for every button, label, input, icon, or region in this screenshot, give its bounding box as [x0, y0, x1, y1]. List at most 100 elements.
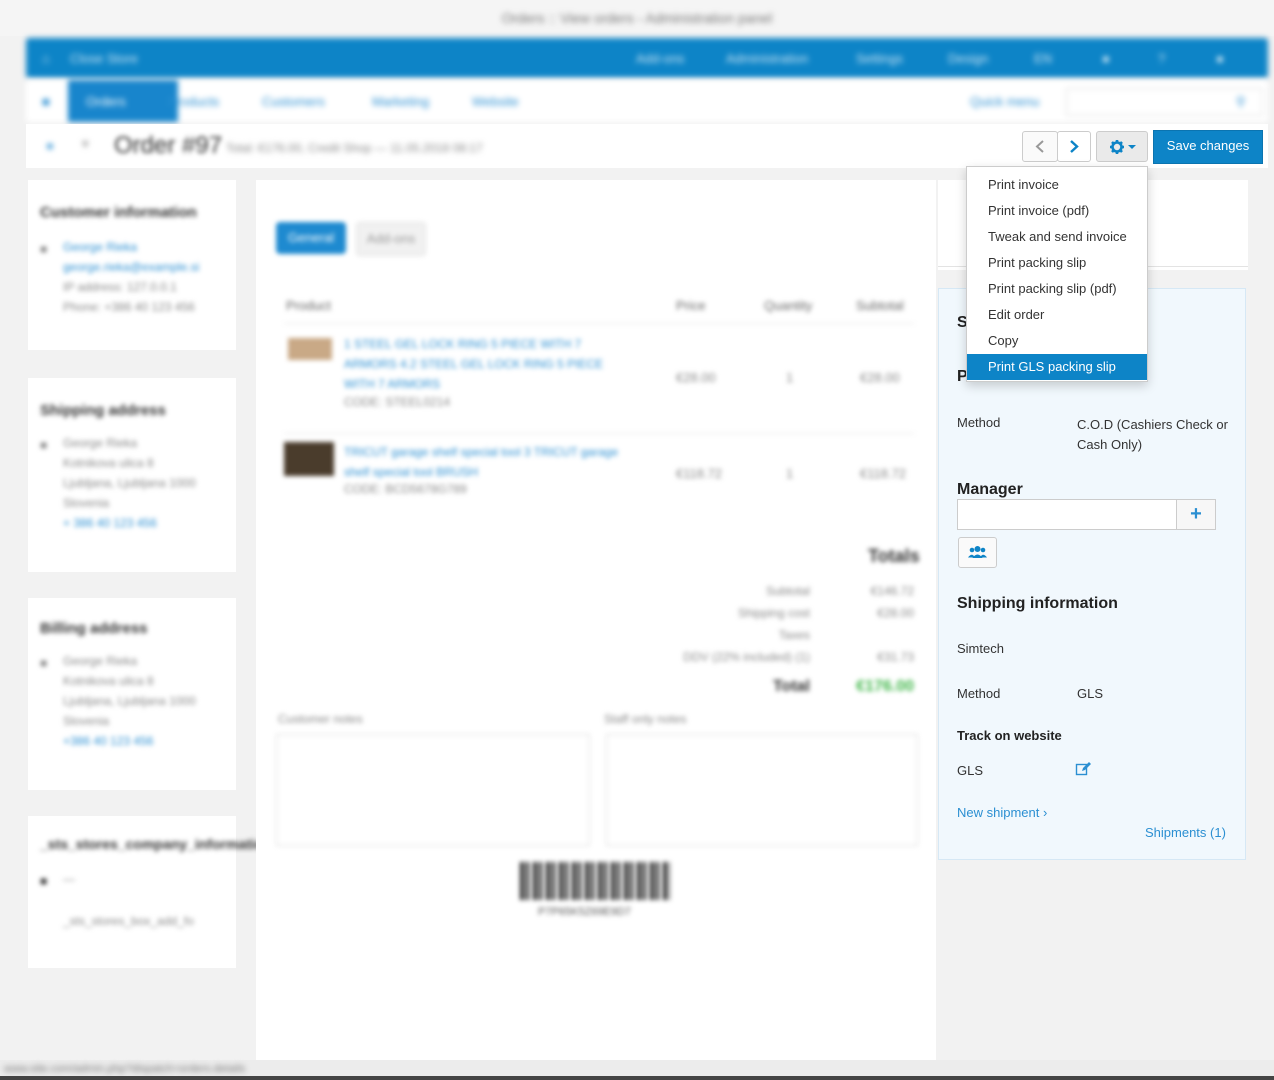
store-status[interactable]: Close Store — [70, 51, 138, 66]
top-menu-addons[interactable]: Add-ons — [636, 51, 684, 66]
shipping-method-label: Method — [957, 686, 1001, 701]
col-price: Price — [676, 298, 706, 313]
menu-item-print-packing-slip-pdf[interactable]: Print packing slip (pdf) — [967, 276, 1147, 302]
chevron-right-icon — [1070, 140, 1079, 153]
billing-address-heading: Billing address — [40, 620, 148, 637]
track-carrier: GLS — [957, 763, 984, 778]
chevron-down-icon[interactable]: ▾ — [82, 136, 89, 152]
billing-street: Kotnikova ulica 8 — [63, 674, 154, 688]
next-order-button[interactable] — [1057, 131, 1091, 162]
save-changes-button[interactable]: Save changes — [1153, 130, 1263, 164]
staff-notes-label: Staff only notes — [604, 712, 687, 726]
top-menu-language[interactable]: EN — [1034, 51, 1052, 66]
shipping-street: Kotnikova ulica 8 — [63, 456, 154, 470]
menu-item-print-invoice-pdf[interactable]: Print invoice (pdf) — [967, 198, 1147, 224]
page-title: Order #97 — [114, 132, 223, 159]
customer-name[interactable]: George Rieka — [63, 240, 137, 254]
menu-customers[interactable]: Customers — [262, 94, 325, 109]
menu-item-tweak-send-invoice[interactable]: Tweak and send invoice — [967, 224, 1147, 250]
product-price: €28.00 — [676, 370, 716, 385]
quick-menu[interactable]: Quick menu — [970, 94, 1039, 109]
window-title: Orders :: View orders - Administration p… — [501, 10, 773, 26]
top-menu-settings[interactable]: Settings — [856, 51, 903, 66]
product-code: CODE: STEEL0214 — [344, 395, 451, 409]
search-icon[interactable]: ⚲ — [1236, 94, 1246, 110]
menu-website[interactable]: Website — [472, 94, 519, 109]
tab-addons[interactable]: Add-ons — [356, 222, 426, 256]
user-icon: ■ — [40, 438, 48, 452]
menu-marketing[interactable]: Marketing — [372, 94, 429, 109]
totals-shipping-label: Shipping cost — [737, 606, 810, 620]
company-line-1: — — [63, 872, 75, 886]
main-menu-bar: ■ Orders Products Customers Marketing We… — [26, 80, 1268, 122]
notification-icon[interactable]: ● — [1102, 51, 1110, 66]
chevron-left-icon — [1035, 140, 1044, 153]
customer-email[interactable]: george.rieka@example.si — [63, 260, 199, 274]
totals-heading: Totals — [868, 546, 920, 566]
customer-phone: Phone: +386 40 123 456 — [63, 300, 195, 314]
track-heading: Track on website — [957, 728, 1062, 743]
new-shipment-link[interactable]: New shipment › — [957, 805, 1047, 820]
product-subtotal: €118.72 — [860, 466, 907, 481]
top-menu-design[interactable]: Design — [948, 51, 988, 66]
billing-phone[interactable]: +386 40 123 456 — [63, 734, 153, 748]
staff-notes-textarea[interactable] — [606, 734, 918, 846]
product-qty[interactable]: 1 — [786, 466, 793, 481]
barcode-text: P7P65K5Z69E9D7 — [538, 906, 631, 918]
back-icon[interactable]: ● — [46, 138, 54, 153]
user-icon[interactable]: ● — [1216, 51, 1224, 66]
product-name[interactable]: TRICUT garage shelf special tool 3 TRICU… — [344, 442, 634, 482]
menu-item-edit-order[interactable]: Edit order — [967, 302, 1147, 328]
totals-vat-value: €31.73 — [877, 650, 914, 664]
totals-subtotal-value: €146.72 — [870, 584, 914, 598]
user-icon: ■ — [40, 242, 48, 256]
total-label: Total — [772, 678, 810, 695]
edit-icon[interactable] — [1075, 761, 1093, 777]
totals-subtotal-label: Subtotal — [765, 584, 810, 598]
dashboard-icon[interactable]: ■ — [42, 94, 50, 109]
product-thumbnail[interactable] — [284, 442, 334, 476]
customer-notes-textarea[interactable] — [276, 734, 590, 846]
add-manager-button[interactable]: + — [1176, 499, 1216, 530]
tab-general[interactable]: General — [276, 222, 346, 254]
customer-notes-label: Customer notes — [278, 712, 363, 726]
billing-address-card: Billing address ■ George Rieka Kotnikova… — [28, 598, 236, 790]
previous-order-button[interactable] — [1022, 131, 1058, 162]
manager-input[interactable] — [957, 499, 1177, 530]
settings-dropdown-menu: Print invoice Print invoice (pdf) Tweak … — [966, 166, 1148, 382]
select-manager-button[interactable] — [958, 537, 997, 568]
settings-dropdown-button[interactable] — [1096, 131, 1148, 162]
shipments-link[interactable]: Shipments (1) — [1145, 825, 1226, 840]
product-thumbnail[interactable] — [288, 338, 332, 360]
menu-orders[interactable]: Orders — [86, 94, 126, 109]
store-icon: ■ — [40, 874, 48, 888]
col-subtotal: Subtotal — [856, 298, 904, 313]
product-name[interactable]: 1 STEEL GEL LOCK RING 5 PIECE WITH 7 ARM… — [344, 334, 634, 394]
customer-ip: IP address: 127.0.0.1 — [63, 280, 177, 294]
product-qty[interactable]: 1 — [786, 370, 793, 385]
user-icon: ■ — [40, 656, 48, 670]
product-subtotal: €28.00 — [860, 370, 900, 385]
shipping-address-card: Shipping address ■ George Rieka Kotnikov… — [28, 378, 236, 572]
menu-item-print-packing-slip[interactable]: Print packing slip — [967, 250, 1147, 276]
shipping-method-value: GLS — [1077, 686, 1104, 701]
menu-item-copy[interactable]: Copy — [967, 328, 1147, 354]
shipping-country: Slovenia — [63, 496, 110, 510]
home-icon[interactable]: ⌂ — [42, 51, 50, 66]
menu-item-print-invoice[interactable]: Print invoice — [967, 172, 1147, 198]
shipping-phone[interactable]: + 386 40 123 456 — [63, 516, 157, 530]
product-price: €118.72 — [676, 466, 723, 481]
menu-item-print-gls-packing-slip[interactable]: Print GLS packing slip — [967, 354, 1147, 380]
shipping-city: Ljubljana, Ljubljana 1000 — [63, 476, 196, 490]
help-icon[interactable]: ? — [1158, 51, 1165, 66]
shipping-address-heading: Shipping address — [40, 402, 166, 419]
status-url: www.site.com/admin.php?dispatch=orders.d… — [4, 1063, 246, 1075]
users-icon — [968, 546, 987, 558]
customer-info-card: Customer information ■ George Rieka geor… — [28, 180, 236, 350]
browser-title-bar: Orders :: View orders - Administration p… — [0, 0, 1274, 36]
search-input[interactable] — [1066, 88, 1263, 116]
admin-top-bar: ⌂ Close Store Add-ons Administration Set… — [26, 38, 1268, 78]
menu-products[interactable]: Products — [168, 94, 219, 109]
billing-country: Slovenia — [63, 714, 110, 728]
top-menu-administration[interactable]: Administration — [726, 51, 808, 66]
